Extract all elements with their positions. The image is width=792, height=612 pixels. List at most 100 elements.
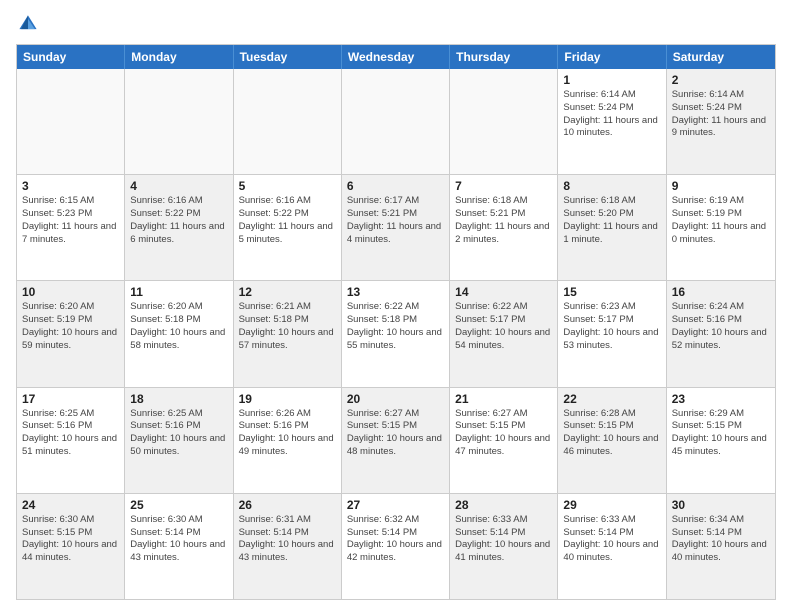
day-info: Sunrise: 6:15 AM Sunset: 5:23 PM Dayligh… bbox=[22, 195, 119, 246]
day-info: Sunrise: 6:18 AM Sunset: 5:21 PM Dayligh… bbox=[455, 195, 552, 246]
calendar-cell-empty bbox=[450, 69, 558, 174]
day-number: 26 bbox=[239, 498, 336, 512]
day-info: Sunrise: 6:27 AM Sunset: 5:15 PM Dayligh… bbox=[455, 408, 552, 459]
calendar-cell-day-18: 18 Sunrise: 6:25 AM Sunset: 5:16 PM Dayli… bbox=[125, 388, 233, 493]
day-number: 10 bbox=[22, 285, 119, 299]
day-info: Sunrise: 6:29 AM Sunset: 5:15 PM Dayligh… bbox=[672, 408, 770, 459]
day-info: Sunrise: 6:26 AM Sunset: 5:16 PM Dayligh… bbox=[239, 408, 336, 459]
day-info: Sunrise: 6:22 AM Sunset: 5:18 PM Dayligh… bbox=[347, 301, 444, 352]
calendar-cell-day-30: 30 Sunrise: 6:34 AM Sunset: 5:14 PM Dayli… bbox=[667, 494, 775, 599]
weekday-header-wednesday: Wednesday bbox=[342, 45, 450, 69]
day-info: Sunrise: 6:33 AM Sunset: 5:14 PM Dayligh… bbox=[563, 514, 660, 565]
day-number: 23 bbox=[672, 392, 770, 406]
calendar-header: SundayMondayTuesdayWednesdayThursdayFrid… bbox=[17, 45, 775, 69]
calendar-cell-day-3: 3Sunrise: 6:15 AM Sunset: 5:23 PM Daylig… bbox=[17, 175, 125, 280]
day-info: Sunrise: 6:20 AM Sunset: 5:19 PM Dayligh… bbox=[22, 301, 119, 352]
day-number: 29 bbox=[563, 498, 660, 512]
day-number: 5 bbox=[239, 179, 336, 193]
calendar-cell-day-23: 23 Sunrise: 6:29 AM Sunset: 5:15 PM Dayli… bbox=[667, 388, 775, 493]
calendar-cell-empty bbox=[234, 69, 342, 174]
weekday-header-sunday: Sunday bbox=[17, 45, 125, 69]
day-number: 13 bbox=[347, 285, 444, 299]
calendar-cell-day-11: 11 Sunrise: 6:20 AM Sunset: 5:18 PM Dayli… bbox=[125, 281, 233, 386]
calendar-row-0: 1 Sunrise: 6:14 AM Sunset: 5:24 PM Daylig… bbox=[17, 69, 775, 174]
calendar-cell-day-15: 15 Sunrise: 6:23 AM Sunset: 5:17 PM Dayli… bbox=[558, 281, 666, 386]
calendar-cell-day-8: 8 Sunrise: 6:18 AM Sunset: 5:20 PM Daylig… bbox=[558, 175, 666, 280]
calendar-cell-day-2: 2 Sunrise: 6:14 AM Sunset: 5:24 PM Daylig… bbox=[667, 69, 775, 174]
calendar-cell-day-19: 19 Sunrise: 6:26 AM Sunset: 5:16 PM Dayli… bbox=[234, 388, 342, 493]
calendar-cell-day-7: 7 Sunrise: 6:18 AM Sunset: 5:21 PM Daylig… bbox=[450, 175, 558, 280]
calendar-cell-day-20: 20 Sunrise: 6:27 AM Sunset: 5:15 PM Dayli… bbox=[342, 388, 450, 493]
day-number: 11 bbox=[130, 285, 227, 299]
calendar-cell-day-25: 25 Sunrise: 6:30 AM Sunset: 5:14 PM Dayli… bbox=[125, 494, 233, 599]
calendar-cell-empty bbox=[342, 69, 450, 174]
logo-icon bbox=[16, 12, 40, 36]
page: SundayMondayTuesdayWednesdayThursdayFrid… bbox=[0, 0, 792, 612]
weekday-header-saturday: Saturday bbox=[667, 45, 775, 69]
calendar-row-2: 10 Sunrise: 6:20 AM Sunset: 5:19 PM Dayli… bbox=[17, 280, 775, 386]
day-info: Sunrise: 6:32 AM Sunset: 5:14 PM Dayligh… bbox=[347, 514, 444, 565]
day-info: Sunrise: 6:23 AM Sunset: 5:17 PM Dayligh… bbox=[563, 301, 660, 352]
calendar-cell-day-1: 1 Sunrise: 6:14 AM Sunset: 5:24 PM Daylig… bbox=[558, 69, 666, 174]
day-number: 19 bbox=[239, 392, 336, 406]
day-number: 24 bbox=[22, 498, 119, 512]
day-number: 25 bbox=[130, 498, 227, 512]
day-info: Sunrise: 6:25 AM Sunset: 5:16 PM Dayligh… bbox=[22, 408, 119, 459]
header bbox=[16, 12, 776, 36]
day-info: Sunrise: 6:18 AM Sunset: 5:20 PM Dayligh… bbox=[563, 195, 660, 246]
day-info: Sunrise: 6:14 AM Sunset: 5:24 PM Dayligh… bbox=[563, 89, 660, 140]
day-info: Sunrise: 6:20 AM Sunset: 5:18 PM Dayligh… bbox=[130, 301, 227, 352]
day-info: Sunrise: 6:25 AM Sunset: 5:16 PM Dayligh… bbox=[130, 408, 227, 459]
calendar-cell-day-10: 10 Sunrise: 6:20 AM Sunset: 5:19 PM Dayli… bbox=[17, 281, 125, 386]
calendar-body: 1 Sunrise: 6:14 AM Sunset: 5:24 PM Daylig… bbox=[17, 69, 775, 599]
day-info: Sunrise: 6:30 AM Sunset: 5:14 PM Dayligh… bbox=[130, 514, 227, 565]
weekday-header-tuesday: Tuesday bbox=[234, 45, 342, 69]
day-info: Sunrise: 6:34 AM Sunset: 5:14 PM Dayligh… bbox=[672, 514, 770, 565]
day-info: Sunrise: 6:33 AM Sunset: 5:14 PM Dayligh… bbox=[455, 514, 552, 565]
calendar-cell-day-21: 21 Sunrise: 6:27 AM Sunset: 5:15 PM Dayli… bbox=[450, 388, 558, 493]
calendar-cell-day-24: 24 Sunrise: 6:30 AM Sunset: 5:15 PM Dayli… bbox=[17, 494, 125, 599]
logo bbox=[16, 12, 44, 36]
day-number: 7 bbox=[455, 179, 552, 193]
day-info: Sunrise: 6:30 AM Sunset: 5:15 PM Dayligh… bbox=[22, 514, 119, 565]
day-info: Sunrise: 6:27 AM Sunset: 5:15 PM Dayligh… bbox=[347, 408, 444, 459]
weekday-header-thursday: Thursday bbox=[450, 45, 558, 69]
day-info: Sunrise: 6:17 AM Sunset: 5:21 PM Dayligh… bbox=[347, 195, 444, 246]
calendar-row-4: 24 Sunrise: 6:30 AM Sunset: 5:15 PM Dayli… bbox=[17, 493, 775, 599]
day-number: 17 bbox=[22, 392, 119, 406]
calendar-cell-day-14: 14 Sunrise: 6:22 AM Sunset: 5:17 PM Dayli… bbox=[450, 281, 558, 386]
calendar-cell-empty bbox=[17, 69, 125, 174]
calendar-cell-day-6: 6 Sunrise: 6:17 AM Sunset: 5:21 PM Daylig… bbox=[342, 175, 450, 280]
calendar-cell-day-27: 27 Sunrise: 6:32 AM Sunset: 5:14 PM Dayli… bbox=[342, 494, 450, 599]
day-info: Sunrise: 6:28 AM Sunset: 5:15 PM Dayligh… bbox=[563, 408, 660, 459]
calendar-row-1: 3Sunrise: 6:15 AM Sunset: 5:23 PM Daylig… bbox=[17, 174, 775, 280]
day-info: Sunrise: 6:31 AM Sunset: 5:14 PM Dayligh… bbox=[239, 514, 336, 565]
day-number: 16 bbox=[672, 285, 770, 299]
calendar-row-3: 17 Sunrise: 6:25 AM Sunset: 5:16 PM Dayli… bbox=[17, 387, 775, 493]
day-number: 21 bbox=[455, 392, 552, 406]
day-info: Sunrise: 6:19 AM Sunset: 5:19 PM Dayligh… bbox=[672, 195, 770, 246]
calendar-cell-day-4: 4Sunrise: 6:16 AM Sunset: 5:22 PM Daylig… bbox=[125, 175, 233, 280]
calendar-cell-day-26: 26 Sunrise: 6:31 AM Sunset: 5:14 PM Dayli… bbox=[234, 494, 342, 599]
day-number: 18 bbox=[130, 392, 227, 406]
weekday-header-friday: Friday bbox=[558, 45, 666, 69]
day-number: 27 bbox=[347, 498, 444, 512]
day-number: 8 bbox=[563, 179, 660, 193]
day-info: Sunrise: 6:16 AM Sunset: 5:22 PM Dayligh… bbox=[239, 195, 336, 246]
day-number: 30 bbox=[672, 498, 770, 512]
calendar-cell-day-22: 22Sunrise: 6:28 AM Sunset: 5:15 PM Dayli… bbox=[558, 388, 666, 493]
day-info: Sunrise: 6:14 AM Sunset: 5:24 PM Dayligh… bbox=[672, 89, 770, 140]
day-info: Sunrise: 6:22 AM Sunset: 5:17 PM Dayligh… bbox=[455, 301, 552, 352]
day-number: 14 bbox=[455, 285, 552, 299]
day-number: 9 bbox=[672, 179, 770, 193]
day-number: 6 bbox=[347, 179, 444, 193]
calendar-cell-day-12: 12Sunrise: 6:21 AM Sunset: 5:18 PM Dayli… bbox=[234, 281, 342, 386]
day-number: 28 bbox=[455, 498, 552, 512]
day-number: 2 bbox=[672, 73, 770, 87]
day-number: 15 bbox=[563, 285, 660, 299]
calendar-cell-day-9: 9 Sunrise: 6:19 AM Sunset: 5:19 PM Daylig… bbox=[667, 175, 775, 280]
day-number: 1 bbox=[563, 73, 660, 87]
day-number: 20 bbox=[347, 392, 444, 406]
day-number: 4 bbox=[130, 179, 227, 193]
day-number: 12 bbox=[239, 285, 336, 299]
